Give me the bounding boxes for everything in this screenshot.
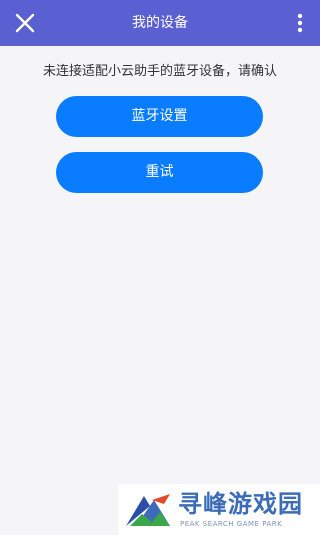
more-options-button[interactable]: [290, 10, 310, 36]
bluetooth-settings-button[interactable]: 蓝牙设置: [56, 96, 263, 137]
watermark-subtitle: PEAK SEARCH GAME PARK: [180, 520, 283, 528]
watermark-logo: [126, 494, 170, 526]
status-message: 未连接适配小云助手的蓝牙设备，请确认: [42, 64, 277, 79]
page-title: 我的设备: [132, 15, 188, 31]
close-icon: [15, 13, 35, 33]
watermark: 寻峰游戏园 PEAK SEARCH GAME PARK: [118, 484, 320, 535]
watermark-title: 寻峰游戏园: [178, 490, 303, 518]
more-vertical-icon: [297, 13, 303, 33]
close-button[interactable]: [10, 8, 40, 38]
retry-button[interactable]: 重试: [56, 152, 263, 193]
app-bar: 我的设备: [0, 0, 320, 46]
